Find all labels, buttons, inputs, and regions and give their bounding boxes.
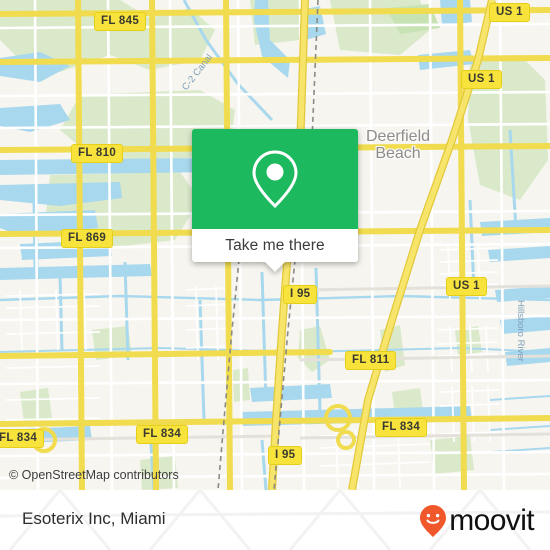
road-shield-i-95-mid[interactable]: I 95: [283, 285, 318, 304]
moovit-wordmark: moovit: [449, 504, 534, 537]
card-pointer-tail: [264, 261, 286, 272]
water-label-hillsboro-river: Hillsboro River: [515, 300, 526, 362]
moovit-brand[interactable]: moovit: [418, 504, 535, 538]
road-shield-fl-845[interactable]: FL 845: [94, 12, 147, 31]
place-title: Esoterix Inc, Miami: [22, 509, 166, 528]
place-label-line2: Beach: [375, 145, 421, 162]
take-me-there-card[interactable]: Take me there: [192, 129, 358, 272]
take-me-there-label: Take me there: [225, 236, 325, 254]
road-shield-fl-869[interactable]: FL 869: [61, 229, 114, 248]
card-header: [192, 129, 358, 229]
map-pin-icon: [252, 150, 298, 209]
road-shield-us-1-mid[interactable]: US 1: [446, 277, 487, 296]
road-shield-fl-834-center[interactable]: FL 834: [136, 425, 189, 444]
place-label-line1: Deerfield: [365, 128, 431, 145]
road-shield-i-95-south[interactable]: I 95: [268, 446, 303, 465]
map-screenshot: Deerfield Beach C-2 Canal Hillsboro Rive…: [0, 0, 550, 550]
place-label-deerfield-beach: Deerfield Beach: [366, 128, 430, 162]
footer-bar: Esoterix Inc, Miami moovit: [0, 490, 550, 550]
map-viewport[interactable]: Deerfield Beach C-2 Canal Hillsboro Rive…: [0, 0, 550, 490]
road-shield-fl-834-east[interactable]: FL 834: [375, 418, 428, 437]
moovit-smiley-pin-icon: [420, 505, 447, 537]
road-shield-fl-811[interactable]: FL 811: [345, 351, 397, 370]
map-attribution[interactable]: © OpenStreetMap contributors: [9, 468, 179, 482]
road-shield-fl-834-west[interactable]: FL 834: [0, 429, 45, 448]
road-shield-us-1-upper[interactable]: US 1: [461, 70, 502, 89]
card-footer[interactable]: Take me there: [192, 229, 358, 272]
road-shield-fl-810[interactable]: FL 810: [71, 144, 124, 163]
road-shield-us-1-north[interactable]: US 1: [489, 3, 530, 22]
